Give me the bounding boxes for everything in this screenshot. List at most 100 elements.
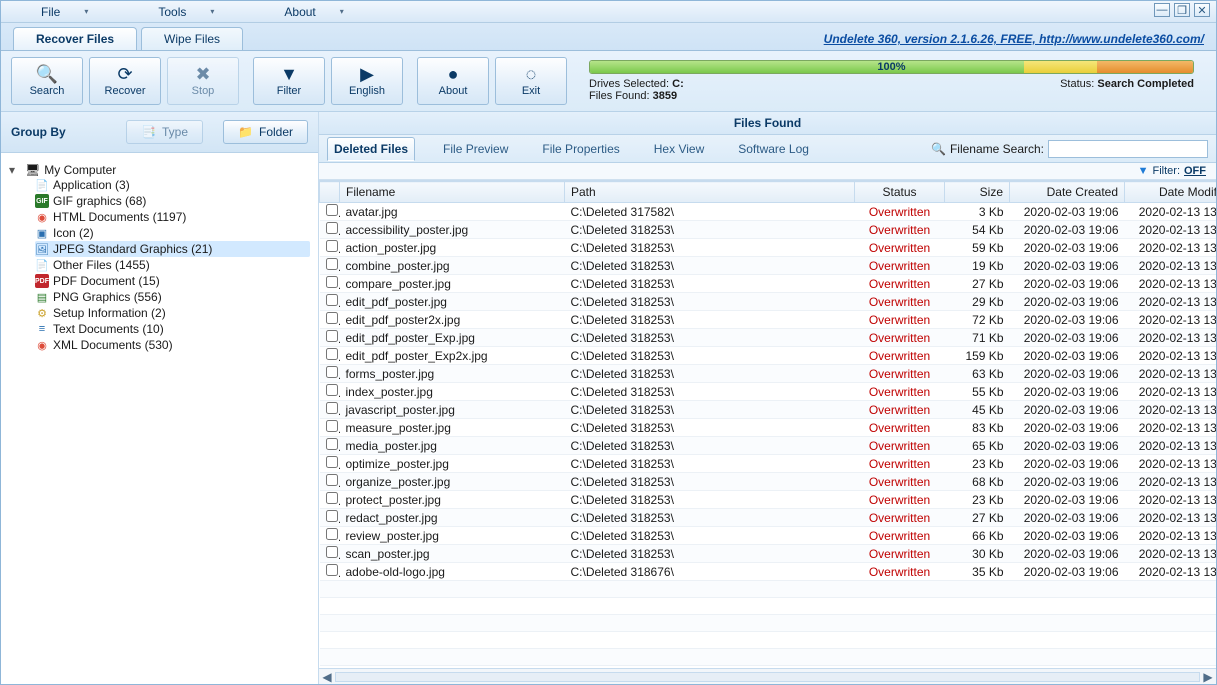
menu-tools[interactable]: Tools▾ (158, 5, 214, 19)
group-by-folder-button[interactable]: 📁Folder (223, 120, 308, 144)
table-row[interactable]: organize_poster.jpgC:\Deleted 318253\Ove… (320, 473, 1217, 491)
menu-file[interactable]: File▾ (41, 5, 88, 19)
row-checkbox[interactable] (326, 420, 338, 432)
cell-filename: avatar.jpg (340, 203, 565, 221)
table-row[interactable]: optimize_poster.jpgC:\Deleted 318253\Ove… (320, 455, 1217, 473)
col-created[interactable]: Date Created (1010, 182, 1125, 203)
row-checkbox[interactable] (326, 438, 338, 450)
tree-html[interactable]: ◉HTML Documents (1197) (35, 209, 310, 225)
table-row[interactable]: avatar.jpgC:\Deleted 317582\Overwritten3… (320, 203, 1217, 221)
table-row[interactable]: edit_pdf_poster_Exp.jpgC:\Deleted 318253… (320, 329, 1217, 347)
row-checkbox[interactable] (326, 294, 338, 306)
row-checkbox[interactable] (326, 456, 338, 468)
tree-view[interactable]: ▾ 🖥 My Computer 📄Application (3)GIFGIF g… (1, 153, 318, 684)
tree-gif[interactable]: GIFGIF graphics (68) (35, 193, 310, 209)
tree-text[interactable]: ≡Text Documents (10) (35, 321, 310, 337)
table-row[interactable]: edit_pdf_poster.jpgC:\Deleted 318253\Ove… (320, 293, 1217, 311)
file-grid[interactable]: FilenamePathStatusSizeDate CreatedDate M… (319, 180, 1216, 668)
table-row[interactable]: protect_poster.jpgC:\Deleted 318253\Over… (320, 491, 1217, 509)
subtab-deleted-files[interactable]: Deleted Files (327, 137, 415, 161)
table-row[interactable]: index_poster.jpgC:\Deleted 318253\Overwr… (320, 383, 1217, 401)
recover-button[interactable]: ⟳Recover (89, 57, 161, 105)
tab-recover-files[interactable]: Recover Files (13, 27, 137, 50)
subtab-file-properties[interactable]: File Properties (536, 138, 625, 160)
table-row[interactable]: redact_poster.jpgC:\Deleted 318253\Overw… (320, 509, 1217, 527)
row-checkbox[interactable] (326, 240, 338, 252)
menu-about[interactable]: About▾ (284, 5, 343, 19)
cell-status: Overwritten (855, 275, 945, 293)
tree-icon-icon: ▣ (35, 226, 49, 240)
tab-wipe-files[interactable]: Wipe Files (141, 27, 243, 50)
row-checkbox[interactable] (326, 492, 338, 504)
row-checkbox[interactable] (326, 564, 338, 576)
table-row[interactable]: forms_poster.jpgC:\Deleted 318253\Overwr… (320, 365, 1217, 383)
col-size[interactable]: Size (945, 182, 1010, 203)
table-row[interactable]: javascript_poster.jpgC:\Deleted 318253\O… (320, 401, 1217, 419)
search-button[interactable]: 🔍Search (11, 57, 83, 105)
filter-button[interactable]: ▼Filter (253, 57, 325, 105)
table-row[interactable]: compare_poster.jpgC:\Deleted 318253\Over… (320, 275, 1217, 293)
row-checkbox[interactable] (326, 330, 338, 342)
table-row[interactable]: accessibility_poster.jpgC:\Deleted 31825… (320, 221, 1217, 239)
col-filename[interactable]: Filename (340, 182, 565, 203)
col-modified[interactable]: Date Modified (1125, 182, 1217, 203)
language-button[interactable]: ▶English (331, 57, 403, 105)
cell-created: 2020-02-03 19:06 (1010, 293, 1125, 311)
table-row[interactable]: edit_pdf_poster2x.jpgC:\Deleted 318253\O… (320, 311, 1217, 329)
subtab-hex-view[interactable]: Hex View (648, 138, 710, 160)
tree-xml[interactable]: ◉XML Documents (530) (35, 337, 310, 353)
subtab-file-preview[interactable]: File Preview (437, 138, 514, 160)
table-row[interactable]: adobe-old-logo.jpgC:\Deleted 318676\Over… (320, 563, 1217, 581)
row-checkbox[interactable] (326, 204, 338, 216)
row-checkbox[interactable] (326, 258, 338, 270)
tree-other[interactable]: 📄Other Files (1455) (35, 257, 310, 273)
cell-modified: 2020-02-13 13:40 (1125, 455, 1217, 473)
row-checkbox[interactable] (326, 546, 338, 558)
scroll-track[interactable] (335, 672, 1200, 682)
tree-setup[interactable]: ⚙Setup Information (2) (35, 305, 310, 321)
row-checkbox[interactable] (326, 312, 338, 324)
about-button[interactable]: ●About (417, 57, 489, 105)
row-checkbox[interactable] (326, 528, 338, 540)
row-checkbox[interactable] (326, 222, 338, 234)
close-button[interactable]: ✕ (1194, 3, 1210, 17)
col-status[interactable]: Status (855, 182, 945, 203)
cell-path: C:\Deleted 318253\ (565, 347, 855, 365)
col-path[interactable]: Path (565, 182, 855, 203)
table-row[interactable]: media_poster.jpgC:\Deleted 318253\Overwr… (320, 437, 1217, 455)
filename-search-input[interactable] (1048, 140, 1208, 158)
funnel-icon[interactable]: ▼ (1138, 165, 1149, 177)
row-checkbox[interactable] (326, 366, 338, 378)
cell-modified: 2020-02-13 13:40 (1125, 275, 1217, 293)
table-row[interactable]: review_poster.jpgC:\Deleted 318253\Overw… (320, 527, 1217, 545)
brand-link[interactable]: Undelete 360, version 2.1.6.26, FREE, ht… (824, 32, 1204, 50)
row-checkbox[interactable] (326, 384, 338, 396)
scroll-right-icon[interactable]: ▶ (1200, 670, 1216, 684)
table-row[interactable]: measure_poster.jpgC:\Deleted 318253\Over… (320, 419, 1217, 437)
tree-application[interactable]: 📄Application (3) (35, 177, 310, 193)
group-by-type-button[interactable]: 📑Type (126, 120, 203, 144)
table-row[interactable]: combine_poster.jpgC:\Deleted 318253\Over… (320, 257, 1217, 275)
tree-icon[interactable]: ▣Icon (2) (35, 225, 310, 241)
col-chk[interactable] (320, 182, 340, 203)
subtab-software-log[interactable]: Software Log (732, 138, 815, 160)
scroll-left-icon[interactable]: ◀ (319, 670, 335, 684)
table-row[interactable]: scan_poster.jpgC:\Deleted 318253\Overwri… (320, 545, 1217, 563)
tree-pdf[interactable]: PDFPDF Document (15) (35, 273, 310, 289)
filter-value[interactable]: OFF (1184, 165, 1206, 177)
table-row[interactable]: edit_pdf_poster_Exp2x.jpgC:\Deleted 3182… (320, 347, 1217, 365)
row-checkbox[interactable] (326, 510, 338, 522)
table-row[interactable]: action_poster.jpgC:\Deleted 318253\Overw… (320, 239, 1217, 257)
row-checkbox[interactable] (326, 474, 338, 486)
maximize-button[interactable]: ❐ (1174, 3, 1190, 17)
tree-jpeg[interactable]: 🖼JPEG Standard Graphics (21) (35, 241, 310, 257)
row-checkbox[interactable] (326, 276, 338, 288)
row-checkbox[interactable] (326, 348, 338, 360)
collapse-icon[interactable]: ▾ (9, 163, 21, 177)
minimize-button[interactable]: — (1154, 3, 1170, 17)
exit-button[interactable]: ◌Exit (495, 57, 567, 105)
row-checkbox[interactable] (326, 402, 338, 414)
tree-root[interactable]: ▾ 🖥 My Computer (9, 163, 310, 177)
horizontal-scrollbar[interactable]: ◀ ▶ (319, 668, 1216, 684)
tree-png[interactable]: ▤PNG Graphics (556) (35, 289, 310, 305)
